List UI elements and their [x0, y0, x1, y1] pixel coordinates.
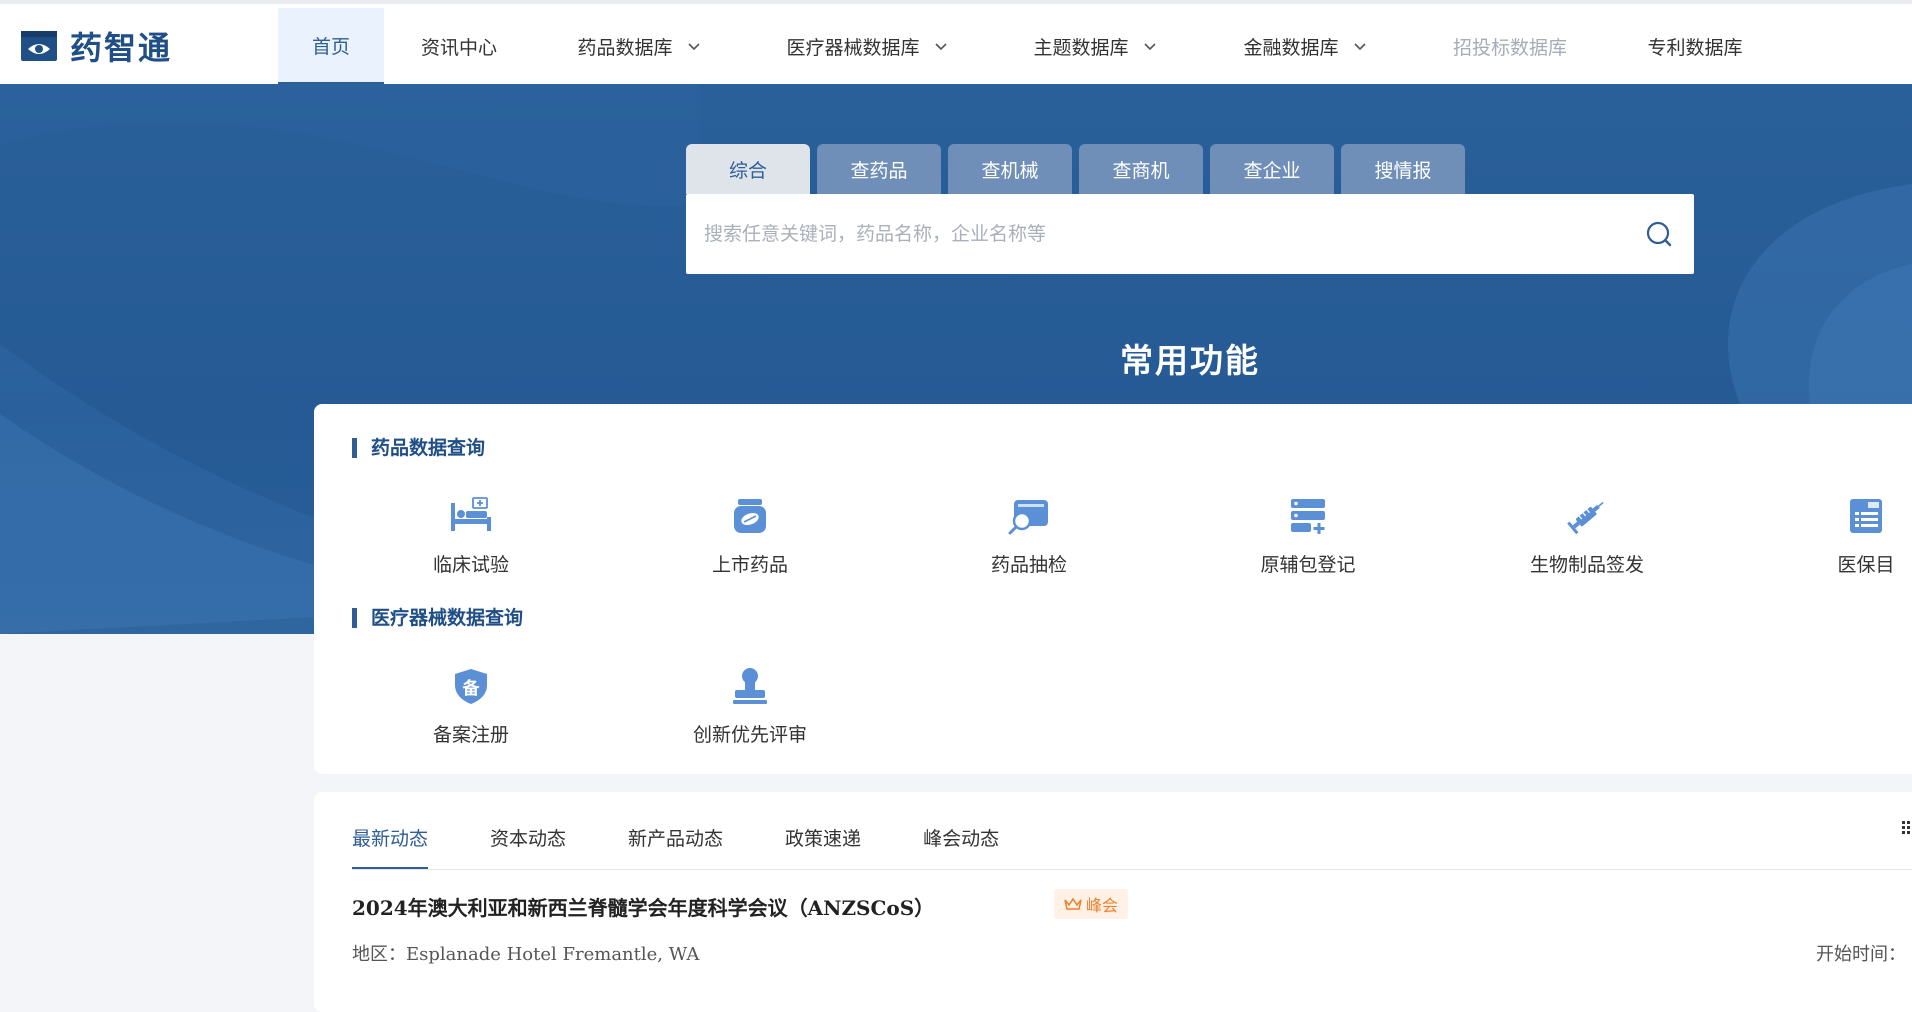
- func-label: 临床试验: [432, 554, 509, 576]
- pill-bottle-icon: [734, 499, 766, 533]
- medical-insurance-icon: [1850, 499, 1882, 533]
- news-tabs-divider: [352, 869, 1912, 870]
- region-label: 地区：: [352, 944, 406, 965]
- search-tab-opportunities[interactable]: 查商机: [1079, 144, 1203, 194]
- nav-item-finance-database[interactable]: 金融数据库: [1200, 8, 1410, 84]
- registration-list-icon: [1291, 499, 1325, 534]
- func-medical-insurance-catalog[interactable]: 医保目: [1776, 494, 1912, 577]
- nav-label: 资讯中心: [420, 36, 497, 59]
- search-tabs: 综合 查药品 查机械 查商机 查企业 搜情报: [686, 144, 1472, 194]
- logo-text: 药智通: [70, 29, 173, 67]
- common-functions-title: 常用功能: [1120, 341, 1260, 380]
- grid-more-icon[interactable]: [1900, 816, 1912, 840]
- news-tab-new-products[interactable]: 新产品动态: [628, 822, 723, 870]
- main-nav: 首页 资讯中心 药品数据库 医疗器械数据库 主题数据库 金融数据库 招投标数据库…: [278, 8, 1780, 84]
- func-label: 原辅包登记: [1260, 554, 1356, 576]
- func-filing-registration[interactable]: 备 备案注册: [381, 664, 561, 747]
- search-button[interactable]: [1624, 194, 1694, 274]
- device-query-section-title: 医疗器械数据查询: [352, 608, 523, 628]
- logo[interactable]: 药智通: [20, 26, 173, 67]
- search-tab-all[interactable]: 综合: [686, 144, 810, 194]
- summit-badge: 峰会: [1054, 889, 1129, 919]
- chevron-down-icon: [1143, 43, 1156, 51]
- nav-item-device-database[interactable]: 医疗器械数据库: [744, 8, 990, 84]
- search-tab-drugs[interactable]: 查药品: [817, 144, 941, 194]
- stamp-icon: [733, 668, 767, 704]
- func-clinical-trials[interactable]: 临床试验: [381, 494, 561, 577]
- inspection-icon: [1008, 500, 1048, 535]
- search-input[interactable]: [686, 193, 1624, 275]
- syringe-icon: [1567, 501, 1604, 535]
- news-tab-policy[interactable]: 政策速递: [785, 822, 861, 870]
- news-tab-capital[interactable]: 资本动态: [490, 822, 566, 870]
- nav-label: 首页: [311, 35, 350, 58]
- hospital-bed-icon: [451, 497, 491, 531]
- nav-label: 金融数据库: [1243, 36, 1339, 59]
- news-item-title[interactable]: 2024年澳大利亚和新西兰脊髓学会年度科学会议（ANZSCoS）: [352, 892, 934, 921]
- nav-label: 医疗器械数据库: [786, 36, 920, 59]
- news-tab-latest[interactable]: 最新动态: [352, 822, 429, 870]
- search-tab-companies[interactable]: 查企业: [1210, 144, 1334, 194]
- badge-label: 峰会: [1086, 896, 1119, 915]
- region-value: Esplanade Hotel Fremantle, WA: [406, 944, 700, 965]
- common-functions-card: 药品数据查询 临床试验 上市药品 药品抽检 原辅包登记 生物制品签发 医保目 医…: [314, 404, 1912, 774]
- start-time-label: 开始时间：: [1816, 944, 1906, 965]
- nav-item-drug-database[interactable]: 药品数据库: [534, 8, 744, 84]
- shield-icon-text: 备: [462, 679, 480, 699]
- logo-icon: [21, 31, 57, 61]
- func-biologics-release[interactable]: 生物制品签发: [1497, 494, 1677, 577]
- func-drug-sampling-inspection[interactable]: 药品抽检: [939, 494, 1119, 577]
- nav-item-home[interactable]: 首页: [278, 8, 384, 84]
- func-label: 生物制品签发: [1529, 554, 1644, 576]
- search-icon: [1646, 221, 1672, 247]
- func-innovation-priority-review[interactable]: 创新优先评审: [660, 664, 840, 747]
- chevron-down-icon: [687, 43, 700, 51]
- nav-label: 主题数据库: [1033, 36, 1129, 59]
- nav-item-patent-database[interactable]: 专利数据库: [1610, 8, 1780, 84]
- news-tab-summit[interactable]: 峰会动态: [923, 822, 999, 870]
- news-item-start-time: 开始时间：: [1816, 940, 1906, 966]
- crown-icon: [1064, 897, 1082, 910]
- func-label: 创新优先评审: [692, 724, 807, 746]
- nav-item-news-center[interactable]: 资讯中心: [384, 8, 534, 84]
- nav-label: 专利数据库: [1647, 36, 1743, 59]
- func-label: 上市药品: [711, 554, 788, 576]
- nav-item-topic-database[interactable]: 主题数据库: [990, 8, 1200, 84]
- func-label: 医保目: [1837, 554, 1895, 576]
- func-excipient-registration[interactable]: 原辅包登记: [1218, 494, 1398, 577]
- news-tabs: 最新动态 资本动态 新产品动态 政策速递 峰会动态: [352, 822, 1061, 870]
- nav-item-tender-database[interactable]: 招投标数据库: [1410, 8, 1610, 84]
- news-item-region: 地区：Esplanade Hotel Fremantle, WA: [352, 940, 699, 966]
- chevron-down-icon: [1353, 43, 1366, 51]
- func-label: 备案注册: [432, 724, 509, 746]
- nav-label: 招投标数据库: [1452, 36, 1567, 59]
- search-box: [686, 193, 1694, 275]
- func-marketed-drugs[interactable]: 上市药品: [660, 494, 840, 577]
- top-navigation-bar: 药智通 首页 资讯中心 药品数据库 医疗器械数据库 主题数据库 金融数据库 招投…: [0, 0, 1912, 84]
- func-label: 药品抽检: [990, 554, 1067, 576]
- news-card: 最新动态 资本动态 新产品动态 政策速递 峰会动态 2024年澳大利亚和新西兰脊…: [314, 792, 1912, 1012]
- search-tab-devices[interactable]: 查机械: [948, 144, 1072, 194]
- chevron-down-icon: [934, 43, 947, 51]
- search-tab-intelligence[interactable]: 搜情报: [1341, 144, 1465, 194]
- nav-label: 药品数据库: [577, 36, 673, 59]
- drug-query-section-title: 药品数据查询: [352, 438, 485, 458]
- grid-icon: [1902, 821, 1910, 834]
